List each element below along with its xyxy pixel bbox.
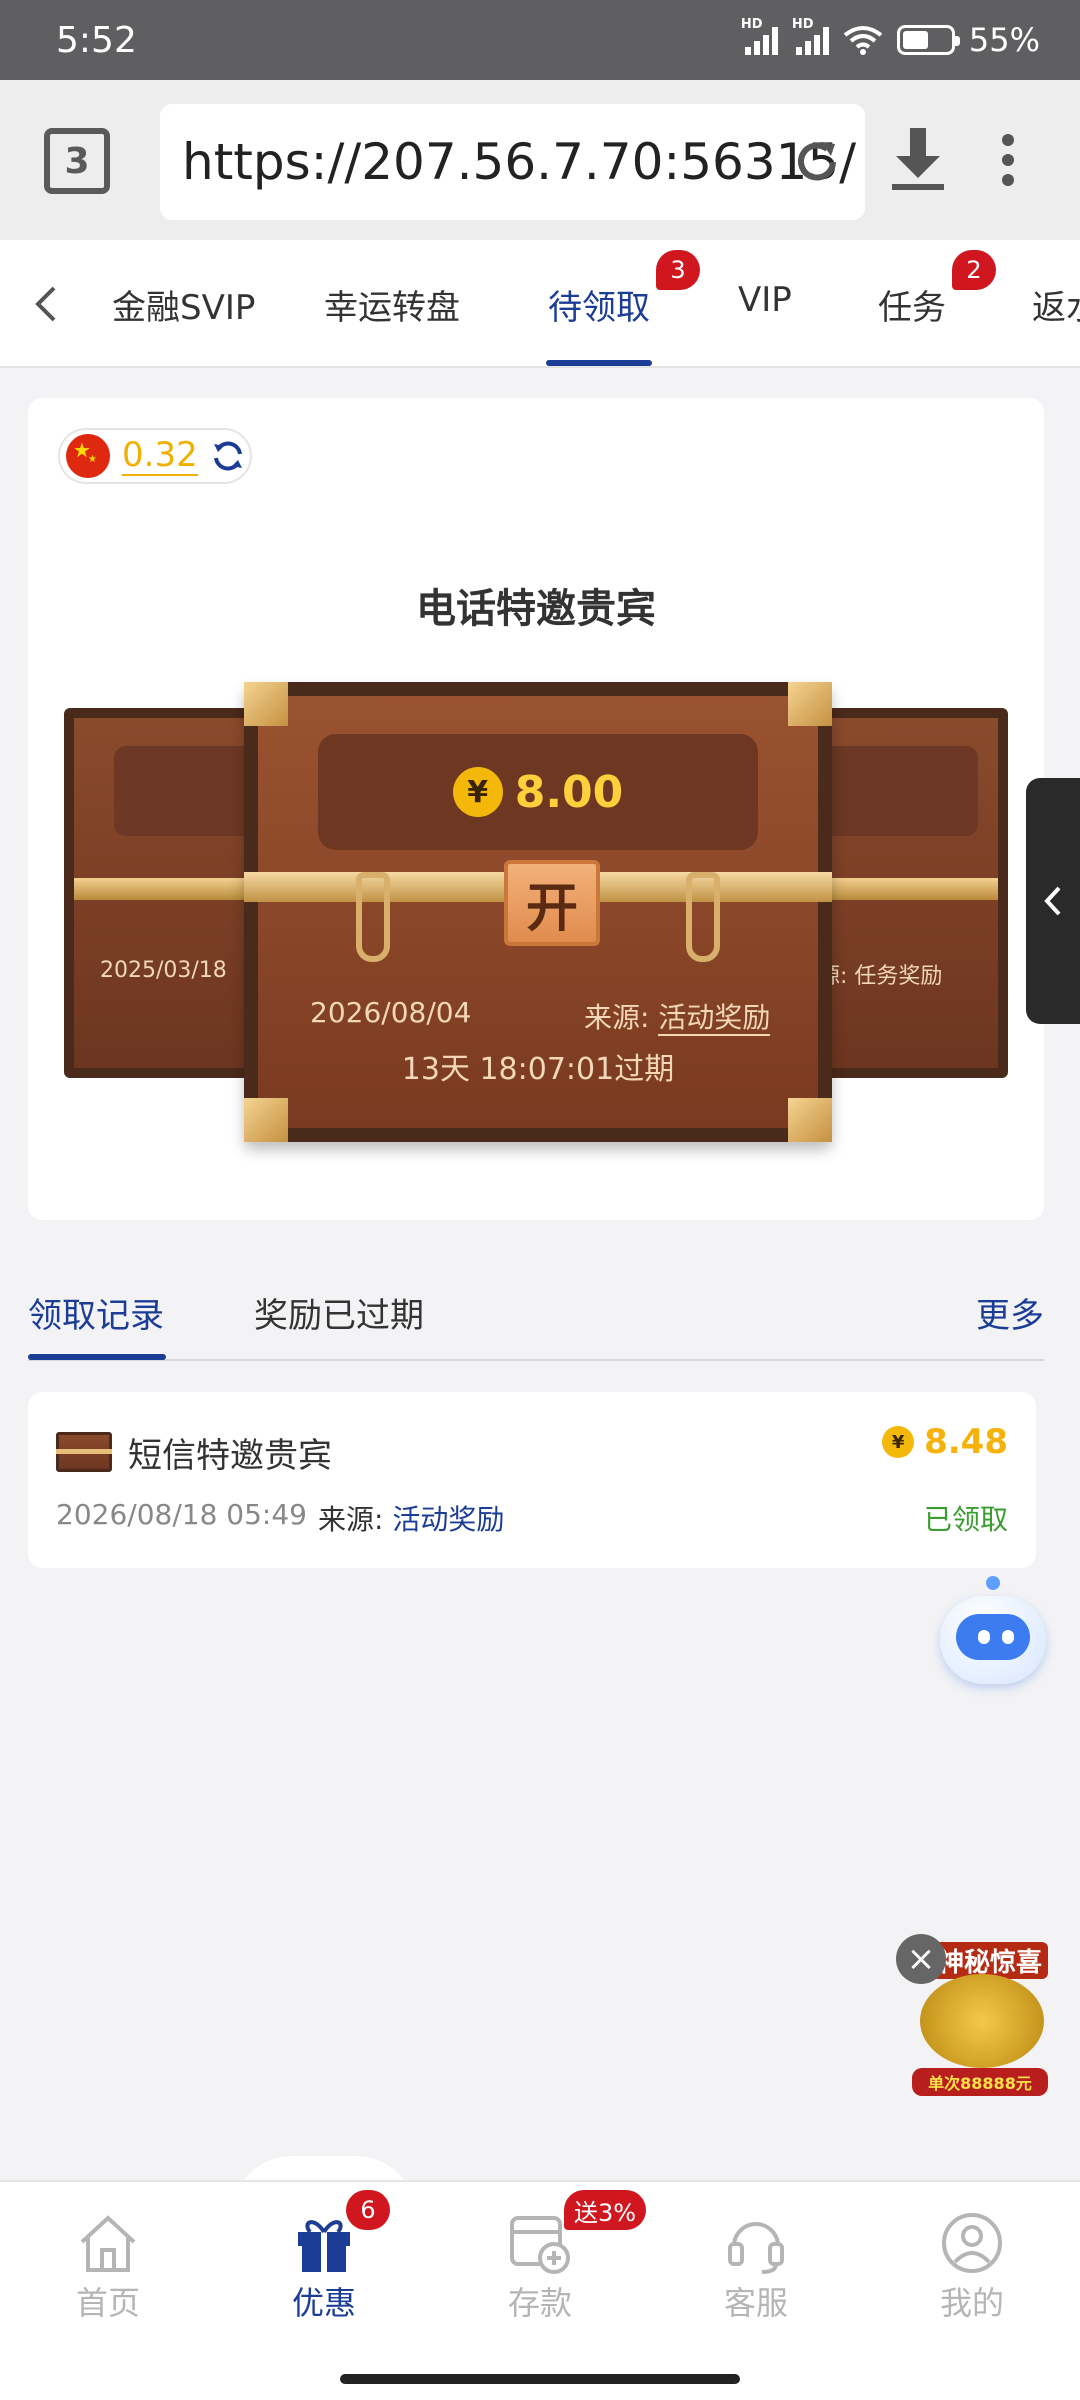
tab-svip[interactable]: 金融SVIP (112, 280, 255, 329)
chest-amount-panel: ¥ 8.00 (318, 734, 758, 850)
active-tab-indicator (546, 360, 652, 366)
headset-icon (728, 2222, 784, 2274)
deposit-bonus-badge: 送3% (564, 2190, 647, 2230)
chest-icon (56, 1432, 112, 1472)
chest-left-date: 2025/03/18 (100, 958, 227, 983)
chest-date: 2026/08/04 (310, 996, 472, 1029)
card-title: 电话特邀贵宾 (416, 586, 656, 632)
latch-left (356, 872, 390, 962)
tab-pending[interactable]: 待领取 (548, 280, 650, 329)
tab-expired-rewards[interactable]: 奖励已过期 (254, 1288, 424, 1337)
close-icon[interactable]: × (896, 1934, 946, 1984)
more-menu-icon[interactable] (1000, 132, 1016, 188)
robot-assistant-icon[interactable] (934, 1576, 1052, 1692)
status-bar: 5:52 HD HD 55% (0, 0, 1080, 80)
list-item[interactable]: 短信特邀贵宾 ¥ 8.48 2026/08/18 05:49 来源: 活动奖励 … (28, 1392, 1036, 1568)
tab-lucky-wheel[interactable]: 幸运转盘 (324, 280, 460, 329)
promotions-badge: 6 (346, 2190, 390, 2230)
tab-claim-records[interactable]: 领取记录 (28, 1288, 164, 1337)
side-drawer-handle[interactable] (1026, 778, 1080, 1024)
home-icon (80, 2215, 136, 2272)
records-tabs: 领取记录 奖励已过期 更多 (0, 1270, 1080, 1362)
signal-icon: HD (741, 17, 778, 55)
promo-widget[interactable]: × 神秘惊喜 单次88888元 (896, 1934, 1052, 2100)
promo-footer: 单次88888元 (912, 2068, 1048, 2096)
latch-right (686, 872, 720, 962)
battery-percent: 55% (968, 21, 1040, 59)
chevron-left-icon (1044, 886, 1061, 916)
balance-amount: 0.32 (122, 435, 198, 476)
url-text: https://207.56.7.70:56315/ (182, 133, 857, 191)
battery-icon (896, 25, 960, 55)
deposit-icon (510, 2216, 570, 2274)
signal-icon: HD (792, 17, 829, 55)
money-tree-icon (920, 1974, 1044, 2068)
tab-rebate[interactable]: 返水 (1032, 280, 1080, 329)
nav-home[interactable]: 首页 (38, 2210, 178, 2324)
divider (28, 1359, 1044, 1361)
home-indicator[interactable] (340, 2374, 740, 2384)
reward-card: 0.32 电话特邀贵宾 2025/03/18 源: 任务奖励 ¥ 8.00 开 … (28, 398, 1044, 1220)
tab-vip[interactable]: VIP (738, 280, 792, 320)
tab-tasks[interactable]: 任务 (878, 280, 946, 329)
tasks-count-badge: 2 (952, 250, 996, 290)
coin-icon: ¥ (452, 767, 503, 817)
reload-icon[interactable] (791, 136, 843, 188)
chest-amount: 8.00 (514, 766, 624, 818)
chevron-left-icon[interactable] (32, 284, 58, 324)
user-icon (942, 2213, 1002, 2273)
record-source: 来源: 活动奖励 (318, 1503, 505, 1536)
nav-profile[interactable]: 我的 (902, 2210, 1042, 2324)
chest-right-source: 源: 任务奖励 (818, 964, 943, 989)
chest-source: 来源: 活动奖励 (584, 1001, 771, 1036)
record-status: 已领取 (923, 1503, 1008, 1536)
coin-icon: ¥ (882, 1426, 915, 1458)
china-flag-icon (66, 434, 110, 478)
open-lock-button[interactable]: 开 (504, 860, 600, 946)
category-tabs: 金融SVIP 幸运转盘 待领取 3 VIP 任务 2 返水 (0, 240, 1080, 368)
chest-main[interactable]: ¥ 8.00 开 2026/08/04 来源: 活动奖励 13天 18:07:0… (244, 682, 832, 1142)
browser-toolbar: 3 https://207.56.7.70:56315/ (0, 80, 1080, 240)
record-source-link[interactable]: 活动奖励 (392, 1503, 504, 1536)
record-title: 短信特邀贵宾 (128, 1436, 332, 1476)
nav-support[interactable]: 客服 (686, 2210, 826, 2324)
tab-switcher-button[interactable]: 3 (44, 128, 110, 194)
chest-expiry: 13天 18:07:01过期 (401, 1052, 675, 1087)
bottom-nav: 首页 优惠 6 存款 送3% 客服 我的 (0, 2180, 1080, 2400)
record-date: 2026/08/18 05:49 (56, 1498, 307, 1531)
record-amount: 8.48 (924, 1422, 1008, 1462)
chest-source-link[interactable]: 活动奖励 (658, 1001, 771, 1036)
address-bar[interactable]: https://207.56.7.70:56315/ (160, 104, 865, 220)
wifi-icon (843, 26, 883, 55)
balance-pill[interactable]: 0.32 (58, 428, 252, 484)
status-time: 5:52 (56, 19, 137, 61)
active-records-tab-indicator (28, 1354, 166, 1360)
pending-count-badge: 3 (656, 250, 700, 290)
more-link[interactable]: 更多 (976, 1288, 1044, 1337)
refresh-icon[interactable] (210, 438, 246, 474)
gift-icon (298, 2220, 350, 2272)
download-icon[interactable] (888, 124, 948, 194)
